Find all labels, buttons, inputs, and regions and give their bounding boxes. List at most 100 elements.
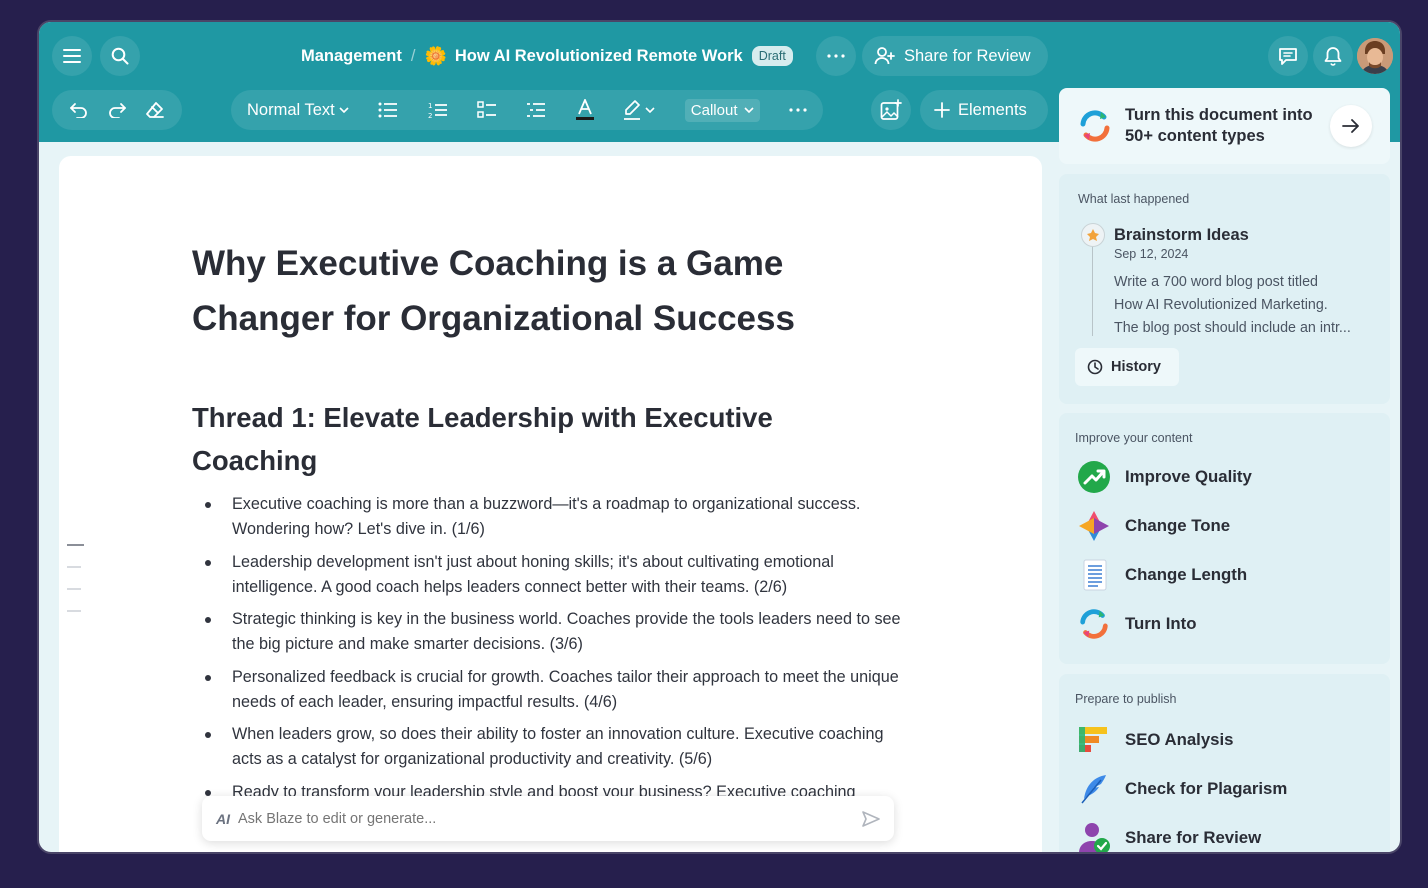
- prepare-publish-card: Prepare to publish SEO Analysis Check fo…: [1059, 674, 1390, 852]
- promo-arrow-button[interactable]: [1330, 105, 1372, 147]
- flower-icon: 🌼: [424, 45, 447, 66]
- add-image-icon: [880, 99, 902, 120]
- turn-into-promo[interactable]: Turn this document into 50+ content type…: [1059, 88, 1390, 164]
- user-avatar-icon: [1357, 38, 1393, 74]
- breadcrumb-root[interactable]: Management: [301, 47, 402, 66]
- text-style-dropdown[interactable]: Normal Text: [247, 101, 349, 120]
- more-options-button[interactable]: [816, 36, 856, 76]
- timeline-dot: [1081, 223, 1105, 247]
- list-item[interactable]: Leadership development isn't just about …: [192, 550, 912, 600]
- highlight-dropdown[interactable]: [623, 99, 655, 121]
- add-user-icon: [874, 47, 895, 65]
- send-icon[interactable]: [862, 810, 880, 827]
- undo-icon[interactable]: [69, 102, 89, 118]
- history-body-line: The blog post should include an intr...: [1114, 320, 1351, 336]
- promo-text: Turn this document into 50+ content type…: [1125, 105, 1330, 147]
- check-plagarism-button[interactable]: Check for Plagarism: [1077, 772, 1287, 806]
- comment-icon: [1279, 47, 1297, 65]
- callout-dropdown[interactable]: Callout: [684, 98, 760, 122]
- share-button-label: Share for Review: [904, 46, 1031, 65]
- hamburger-menu-icon: [63, 49, 81, 63]
- callout-label: Callout: [690, 101, 738, 119]
- history-card: What last happened Brainstorm Ideas Sep …: [1059, 174, 1390, 404]
- history-item-date: Sep 12, 2024: [1114, 247, 1189, 261]
- ask-blaze-bar: AI: [202, 796, 894, 841]
- improve-quality-button[interactable]: Improve Quality: [1077, 460, 1252, 494]
- menu-button[interactable]: [52, 36, 92, 76]
- timeline-line: [1092, 244, 1093, 336]
- brainstorm-icon: [1087, 229, 1099, 241]
- outline-marker[interactable]: [67, 610, 81, 612]
- numbered-list-icon[interactable]: 12: [428, 101, 448, 119]
- list-item[interactable]: Strategic thinking is key in the busines…: [192, 607, 912, 657]
- search-icon: [111, 47, 129, 65]
- checklist-icon[interactable]: [477, 101, 497, 119]
- document-editor[interactable]: Why Executive Coaching is a Game Changer…: [59, 156, 1042, 852]
- history-card-label: What last happened: [1078, 192, 1190, 206]
- history-body-line: Write a 700 word blog post titled: [1114, 274, 1318, 290]
- indent-list-icon[interactable]: [526, 102, 546, 118]
- history-item-title[interactable]: Brainstorm Ideas: [1114, 226, 1249, 245]
- chevron-down-icon: [645, 107, 655, 113]
- elements-label: Elements: [958, 100, 1027, 119]
- comments-button[interactable]: [1268, 36, 1308, 76]
- convert-arrows-icon: [1080, 110, 1110, 142]
- outline-marker[interactable]: [67, 566, 81, 568]
- thread-heading[interactable]: Thread 1: Elevate Leadership with Execut…: [192, 396, 832, 482]
- plus-icon: [934, 102, 950, 118]
- share-for-review-tool[interactable]: Share for Review: [1077, 821, 1262, 852]
- feather-icon: [1077, 772, 1111, 806]
- app-window: Management / 🌼 How AI Revolutionized Rem…: [37, 20, 1402, 854]
- more-horizontal-icon: [827, 54, 845, 58]
- elements-button[interactable]: Elements: [920, 90, 1048, 130]
- history-button[interactable]: History: [1075, 348, 1179, 386]
- breadcrumb: Management / 🌼 How AI Revolutionized Rem…: [301, 40, 793, 72]
- svg-text:1: 1: [428, 102, 432, 110]
- document-name[interactable]: How AI Revolutionized Remote Work: [455, 47, 743, 66]
- turn-into-label: Turn Into: [1125, 614, 1197, 633]
- list-item[interactable]: Executive coaching is more than a buzzwo…: [192, 492, 912, 542]
- list-item[interactable]: Personalized feedback is crucial for gro…: [192, 665, 912, 715]
- svg-text:2: 2: [428, 112, 432, 119]
- change-length-label: Change Length: [1125, 565, 1248, 584]
- seo-analysis-label: SEO Analysis: [1125, 730, 1234, 749]
- palette-icon: [1077, 509, 1111, 543]
- change-length-button[interactable]: Change Length: [1077, 558, 1247, 592]
- convert-icon: [1077, 607, 1111, 641]
- improve-card-label: Improve your content: [1075, 431, 1193, 445]
- outline-minimap[interactable]: [67, 544, 84, 632]
- history-button-label: History: [1111, 359, 1161, 375]
- text-style-value: Normal Text: [247, 100, 335, 119]
- highlighter-icon: [624, 100, 641, 120]
- seo-analysis-button[interactable]: SEO Analysis: [1077, 723, 1234, 757]
- share-for-review-label: Share for Review: [1125, 828, 1262, 847]
- share-for-review-button[interactable]: Share for Review: [862, 36, 1048, 76]
- outline-marker[interactable]: [67, 544, 84, 546]
- list-item[interactable]: When leaders grow, so does their ability…: [192, 722, 912, 772]
- bullet-list-icon[interactable]: [378, 102, 398, 118]
- history-item-body: Write a 700 word blog post titled How AI…: [1114, 271, 1379, 340]
- eraser-icon[interactable]: [145, 101, 165, 119]
- document-title[interactable]: Why Executive Coaching is a Game Changer…: [192, 236, 832, 346]
- breadcrumb-separator: /: [410, 46, 416, 65]
- change-tone-button[interactable]: Change Tone: [1077, 509, 1230, 543]
- insert-image-button[interactable]: [871, 90, 911, 130]
- status-badge: Draft: [751, 46, 793, 66]
- more-horizontal-icon[interactable]: [789, 108, 807, 112]
- ask-blaze-input[interactable]: [238, 810, 862, 827]
- history-body-line: How AI Revolutionized Marketing.: [1114, 297, 1328, 313]
- text-color-icon[interactable]: [575, 99, 594, 121]
- seo-bars-icon: [1077, 723, 1111, 757]
- chevron-down-icon: [339, 107, 349, 113]
- ai-badge-icon: AI: [216, 810, 230, 827]
- outline-marker[interactable]: [67, 588, 81, 590]
- turn-into-button[interactable]: Turn Into: [1077, 607, 1196, 641]
- redo-icon[interactable]: [107, 102, 127, 118]
- user-check-icon: [1077, 821, 1111, 852]
- avatar[interactable]: [1357, 38, 1393, 74]
- history-actions-group: [52, 90, 182, 130]
- notifications-button[interactable]: [1313, 36, 1353, 76]
- clock-icon: [1087, 359, 1103, 375]
- search-button[interactable]: [100, 36, 140, 76]
- chevron-down-icon: [743, 107, 754, 113]
